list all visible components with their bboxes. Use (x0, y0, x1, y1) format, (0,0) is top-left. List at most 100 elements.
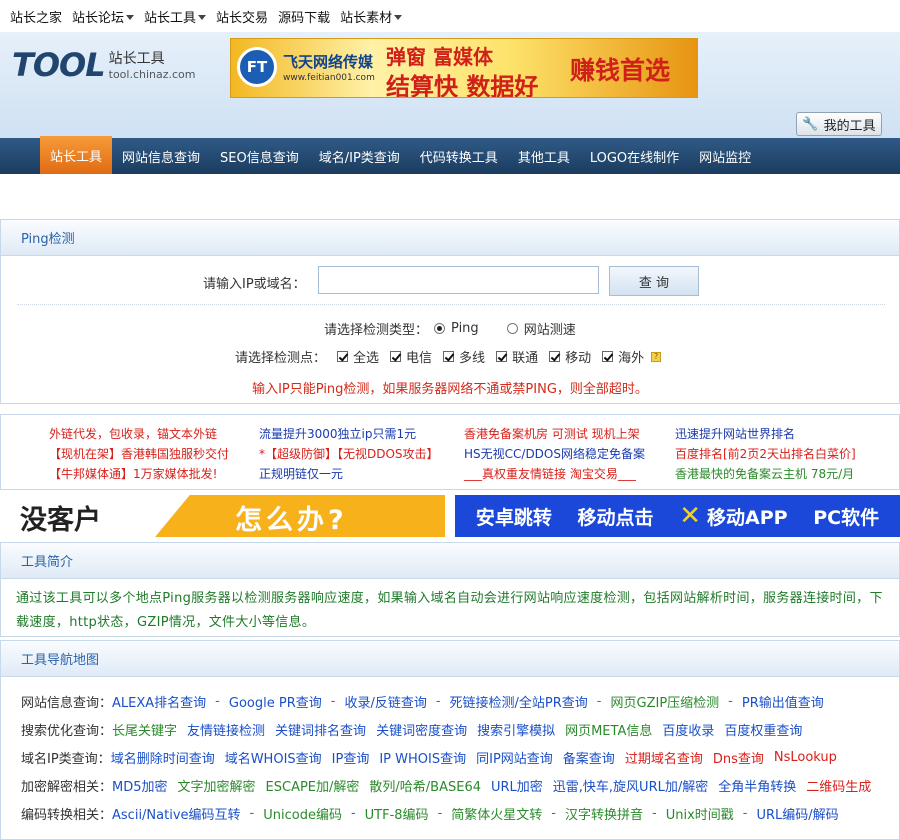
navmap-link[interactable]: URL加密 (491, 776, 543, 795)
navmap-link[interactable]: PR输出值查询 (742, 692, 824, 711)
checkbox-4[interactable] (549, 351, 561, 362)
ad-link[interactable]: ___真权重友情链接 淘宝交易___ (464, 465, 636, 482)
navmap-row-label: 搜索优化查询： (21, 723, 113, 739)
ad-link[interactable]: HS无视CC/DDOS网络稳定免备案 (464, 445, 645, 462)
nav-item[interactable]: 其他工具 (508, 138, 580, 174)
navmap-link[interactable]: 全角半角转换 (718, 776, 796, 795)
navmap-link[interactable]: IP WHOIS查询 (379, 748, 466, 767)
ad-link[interactable]: 百度排名[前2页2天出排名白菜价] (675, 445, 856, 462)
checkbox-5[interactable] (602, 351, 614, 362)
ping-panel: Ping检测 请输入IP或域名： 查 询 请选择检测类型： Ping 网站测速 … (0, 219, 900, 404)
navmap-link[interactable]: 散列/哈希/BASE64 (369, 776, 481, 795)
navmap-link[interactable]: 同IP网站查询 (476, 748, 553, 767)
topbar-item-label: 源码下载 (278, 10, 331, 26)
navmap-link[interactable]: 备案查询 (563, 748, 615, 767)
logo-name: 站长工具 (108, 51, 165, 67)
my-tools-button[interactable]: 🔧 我的工具 (796, 112, 882, 136)
separator: - (435, 693, 441, 709)
intro-panel: 工具简介 通过该工具可以多个地点Ping服务器以检测服务器响应速度，如果输入域名… (0, 542, 900, 637)
nav-item[interactable]: SEO信息查询 (210, 138, 309, 174)
intro-text: 通过该工具可以多个地点Ping服务器以检测服务器响应速度，如果输入域名自动会进行… (16, 591, 883, 630)
navmap-link[interactable]: 域名删除时间查询 (111, 748, 215, 767)
navmap-link[interactable]: 文字加密解密 (178, 776, 256, 795)
navmap-link[interactable]: 关键词密度查询 (376, 720, 467, 739)
topbar-item[interactable]: 站长工具 (144, 7, 207, 26)
ad-link[interactable]: 外链代发，包收录，锚文本外链 (49, 425, 217, 442)
navmap-link[interactable]: Unix时间戳 (666, 804, 734, 823)
ip-domain-input[interactable] (318, 266, 599, 294)
navmap-link[interactable]: Ascii/Native编码互转 (112, 804, 241, 823)
nav-item[interactable]: 域名/IP类查询 (309, 138, 410, 174)
ad-link[interactable]: *【超级防御】【无视DDOS攻击】 (259, 445, 439, 462)
navmap-link[interactable]: 过期域名查询 (625, 748, 703, 767)
nav-item[interactable]: 代码转换工具 (410, 138, 508, 174)
navmap-list: 网站信息查询： ALEXA排名查询 - Google PR查询 - 收录/反链查询 - 死链接… (1, 677, 899, 827)
main-nav: 站长工具 网站信息查询 SEO信息查询 域名/IP类查询 代码转换工具 其他工具 LOGO在… (0, 136, 900, 174)
nav-item[interactable]: 站长工具 (40, 136, 113, 174)
ad-banner[interactable]: FT 飞天网络传媒 www.feitian001.com 弹窗 富媒体 结算快 … (230, 38, 698, 98)
navmap-link[interactable]: URL编码/解码 (756, 804, 838, 823)
navmap-link[interactable]: 迅雷,快车,旋风URL加/解密 (553, 776, 708, 795)
ad-link[interactable]: 【现机在架】香港韩国独服秒交付 (49, 445, 229, 462)
query-button[interactable]: 查 询 (609, 266, 699, 296)
ad-banner-right[interactable]: 安卓跳转 移动点击 ✕ 移动APP PC软件 (455, 495, 900, 537)
ad-link[interactable]: 流量提升3000独立ip只需1元 (259, 425, 416, 442)
navmap-link[interactable]: 死链接检测/全站PR查询 (450, 692, 588, 711)
navmap-title: 工具导航地图 (1, 641, 899, 677)
radio-speed-test[interactable] (506, 323, 518, 334)
navmap-row: 域名IP类查询： 域名删除时间查询 域名WHOIS查询 IP查询 IP WHOIS查询同… (21, 743, 879, 771)
nav-item[interactable]: 网站信息查询 (112, 138, 210, 174)
ad-link[interactable]: 正规明链仅一元 (259, 465, 343, 482)
topbar-item[interactable]: 站长素材 (340, 7, 403, 26)
checkbox-3[interactable] (496, 351, 508, 362)
topbar-item[interactable]: 站长交易 (216, 7, 268, 26)
nav-item[interactable]: LOGO在线制作 (580, 138, 689, 174)
ad-link[interactable]: 香港最快的免备案云主机 78元/月 (675, 465, 854, 482)
navmap-link[interactable]: 搜索引擎模拟 (477, 720, 555, 739)
navmap-link[interactable]: 收录/反链查询 (344, 692, 426, 711)
navmap-link[interactable]: IP查询 (332, 748, 370, 767)
navmap-link[interactable]: 汉字转换拼音 (565, 804, 643, 823)
navmap-link[interactable]: ESCAPE加/解密 (266, 776, 360, 795)
navmap-link[interactable]: MD5加密 (112, 776, 168, 795)
ad-link[interactable]: 【牛邦媒体通】1万家媒体批发! (49, 465, 217, 482)
navmap-link[interactable]: Dns查询 (713, 748, 764, 767)
navmap-link[interactable]: 简繁体火星文转 (451, 804, 542, 823)
banner-right-item: 移动APP (707, 506, 788, 529)
detect-type-label: 请选择检测类型： (324, 323, 429, 338)
navmap-link[interactable]: UTF-8编码 (365, 804, 429, 823)
navmap-link[interactable]: 网页GZIP压缩检测 (611, 692, 720, 711)
checkbox-1[interactable] (390, 351, 402, 362)
checkbox-0[interactable] (337, 351, 349, 362)
separator: - (350, 805, 356, 821)
separator: - (596, 693, 602, 709)
logo-wordmark: TOOL (12, 46, 106, 84)
navmap-link[interactable]: 关键词排名查询 (275, 720, 366, 739)
checkbox-2[interactable] (443, 351, 455, 362)
navmap-row-label: 加密解密相关： (21, 779, 113, 795)
navmap-row-label: 域名IP类查询： (21, 751, 111, 767)
navmap-row-label: 编码转换相关： (21, 807, 113, 823)
radio-ping[interactable] (434, 323, 446, 334)
nav-item[interactable]: 网站监控 (689, 138, 761, 174)
navmap-link[interactable]: 长尾关键字 (112, 720, 177, 739)
topbar-item[interactable]: 站长之家 (10, 7, 62, 26)
navmap-link[interactable]: Unicode编码 (263, 804, 342, 823)
navmap-link[interactable]: Google PR查询 (229, 692, 322, 711)
ad-link[interactable]: 香港免备案机房 可测试 现机上架 (464, 425, 640, 442)
navmap-link[interactable]: 网页META信息 (565, 720, 652, 739)
site-logo[interactable]: TOOL 站长工具 tool.chinaz.com (12, 46, 196, 84)
topbar-item[interactable]: 源码下载 (278, 7, 330, 26)
navmap-link[interactable]: ALEXA排名查询 (112, 692, 206, 711)
navmap-link[interactable]: 域名WHOIS查询 (225, 748, 322, 767)
navmap-link[interactable]: 百度权重查询 (724, 720, 802, 739)
ad-banner-left[interactable]: 没客户 怎么办? (0, 495, 445, 537)
banner-right-item: 安卓跳转 (475, 506, 552, 529)
navmap-link[interactable]: 百度收录 (662, 720, 714, 739)
navmap-link[interactable]: NsLookup (774, 750, 837, 765)
help-icon[interactable]: ? (651, 351, 662, 362)
navmap-link[interactable]: 二维码生成 (806, 776, 871, 795)
ad-link[interactable]: 迅速提升网站世界排名 (675, 425, 795, 442)
navmap-link[interactable]: 友情链接检测 (187, 720, 265, 739)
topbar-item[interactable]: 站长论坛 (72, 7, 135, 26)
